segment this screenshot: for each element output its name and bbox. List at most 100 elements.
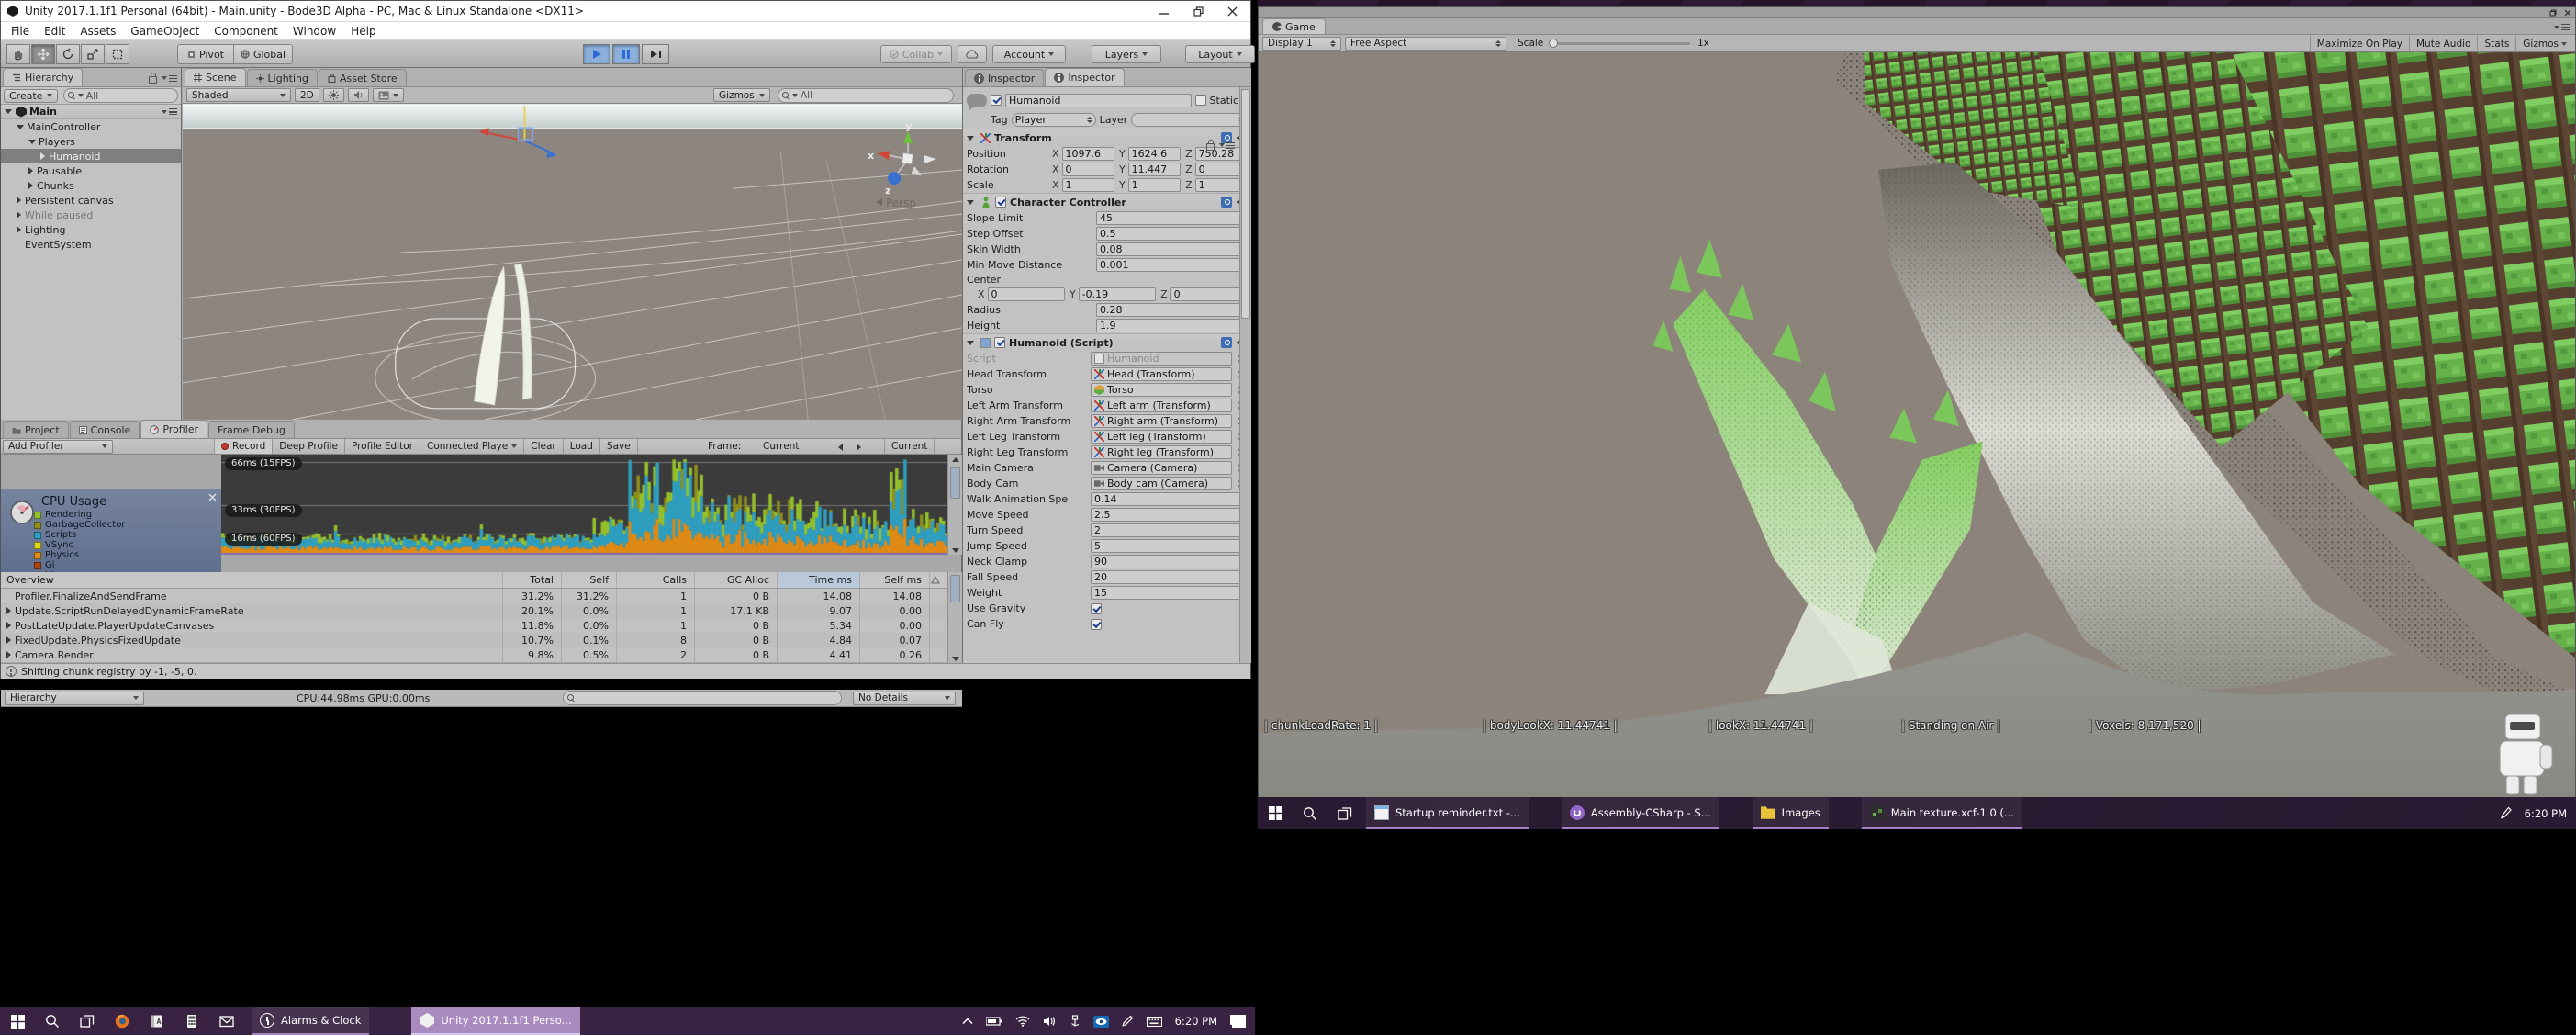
tab-asset-store[interactable]: Asset Store xyxy=(319,69,407,86)
taskbar-app-alarms-clock[interactable]: Alarms & Clock xyxy=(252,1007,369,1035)
view-mode-dropdown[interactable]: Hierarchy xyxy=(5,692,144,705)
panel-menu-icon[interactable] xyxy=(2554,24,2575,34)
status-bar[interactable]: Shifting chunk registry by -1, -5, 0. xyxy=(1,663,1250,679)
taskbar-app-assembly-csharp-s[interactable]: Assembly-CSharp - S... xyxy=(1562,797,1719,829)
checkbox-checked[interactable] xyxy=(1091,603,1102,614)
window-titlebar[interactable]: Unity 2017.1.1f1 Personal (64bit) - Main… xyxy=(1,1,1250,22)
scene-lighting-toggle[interactable] xyxy=(323,88,344,102)
transform-scale-x-field[interactable]: 1 xyxy=(1062,178,1114,192)
tab-frame-debug[interactable]: Frame Debug xyxy=(208,421,295,438)
cc-center-y-field[interactable]: -0.19 xyxy=(1079,287,1156,301)
cc-center-z-field[interactable]: 0 xyxy=(1170,287,1248,301)
game-viewport[interactable]: | chunkLoadRate: 1 || bodyLookX: 11.4474… xyxy=(1259,52,2575,797)
menu-file[interactable]: File xyxy=(5,25,36,38)
expand-arrow-icon[interactable] xyxy=(6,651,11,658)
hierarchy-item-while-paused[interactable]: While paused xyxy=(1,208,181,222)
profiler-row-postlateupdate-playerupdatecanvases[interactable]: PostLateUpdate.PlayerUpdateCanvases11.8%… xyxy=(1,618,947,633)
scrollbar-thumb[interactable] xyxy=(950,575,960,602)
collab-button[interactable]: Collab xyxy=(880,45,952,63)
transform-position-x-field[interactable]: 1097.6 xyxy=(1062,147,1114,161)
move-tool-button[interactable] xyxy=(31,44,55,64)
task-view-button[interactable] xyxy=(1327,797,1362,829)
field-value[interactable]: Camera (Camera) xyxy=(1091,461,1232,475)
field-value[interactable]: 20 xyxy=(1091,570,1248,584)
eye-protect-icon[interactable] xyxy=(1093,1016,1109,1028)
overview-column[interactable]: Overview xyxy=(1,574,502,586)
field-value[interactable]: Humanoid xyxy=(1091,352,1232,366)
scrollbar-thumb[interactable] xyxy=(950,467,960,499)
clear-button[interactable]: Clear xyxy=(524,439,563,454)
field-value[interactable]: 0.001 xyxy=(1096,258,1248,272)
volume-icon[interactable] xyxy=(1043,1016,1057,1027)
profiler-row-fixedupdate-physicsfixedupdate[interactable]: FixedUpdate.PhysicsFixedUpdate10.7%0.1%8… xyxy=(1,633,947,647)
gameobject-name-field[interactable]: Humanoid xyxy=(1005,94,1192,107)
mail-icon[interactable] xyxy=(209,1007,244,1035)
minimize-icon[interactable] xyxy=(1159,6,1170,17)
field-value[interactable]: 0.08 xyxy=(1096,242,1248,256)
static-checkbox[interactable] xyxy=(1195,95,1206,106)
legend-gi[interactable]: Gi xyxy=(1,560,221,570)
start-button[interactable] xyxy=(1258,797,1293,829)
scene-audio-toggle[interactable] xyxy=(348,88,369,102)
prev-frame-button[interactable] xyxy=(838,444,843,451)
dictionary-icon[interactable] xyxy=(140,1007,174,1035)
details-dropdown[interactable]: No Details xyxy=(853,692,956,705)
cpu-usage-chart[interactable] xyxy=(221,455,947,555)
action-center-icon[interactable] xyxy=(1230,1015,1246,1028)
inspector-scrollbar[interactable] xyxy=(1239,87,1251,663)
create-button[interactable]: Create xyxy=(4,89,58,103)
connected-player-dropdown[interactable]: Connected Playe xyxy=(420,439,524,454)
save-button[interactable]: Save xyxy=(600,439,638,454)
field-value[interactable]: 2.5 xyxy=(1091,508,1248,522)
load-button[interactable]: Load xyxy=(564,439,600,454)
clock[interactable]: 6:20 PM xyxy=(2525,807,2567,820)
tab-project[interactable]: Project xyxy=(3,421,69,438)
tab-hierarchy[interactable]: Hierarchy xyxy=(3,68,83,86)
menu-component[interactable]: Component xyxy=(207,25,285,38)
expand-arrow-icon[interactable] xyxy=(6,636,11,644)
transform-rotation-x-field[interactable]: 0 xyxy=(1062,163,1114,176)
start-button[interactable] xyxy=(0,1007,35,1035)
field-value[interactable]: 90 xyxy=(1091,555,1248,568)
search-button[interactable] xyxy=(35,1007,70,1035)
component-enabled-checkbox[interactable] xyxy=(994,337,1005,348)
transform-position-y-field[interactable]: 1624.6 xyxy=(1128,147,1181,161)
task-view-button[interactable] xyxy=(70,1007,105,1035)
active-checkbox[interactable] xyxy=(991,95,1002,106)
scene-search-input[interactable]: All xyxy=(778,88,954,103)
tab-inspector-2[interactable]: Inspector xyxy=(1045,68,1124,86)
chart-scrollbar[interactable] xyxy=(947,455,962,555)
2d-toggle-button[interactable]: 2D xyxy=(295,88,319,102)
scroll-up-icon[interactable] xyxy=(952,457,959,462)
scale-slider-track[interactable] xyxy=(1552,42,1690,45)
taskbar-app-unity-2017-1-1f1-perso[interactable]: Unity 2017.1.1f1 Perso... xyxy=(411,1007,579,1035)
column-self[interactable]: Self xyxy=(561,572,616,588)
hand-tool-button[interactable] xyxy=(6,44,30,64)
component-enabled-checkbox[interactable] xyxy=(995,197,1006,208)
menu-edit[interactable]: Edit xyxy=(38,25,72,38)
hierarchy-item-humanoid[interactable]: Humanoid xyxy=(1,149,181,163)
expand-arrow-icon[interactable] xyxy=(28,167,33,174)
field-value[interactable]: Torso xyxy=(1091,383,1232,397)
column-self-ms[interactable]: Self ms xyxy=(859,572,929,588)
field-value[interactable]: 15 xyxy=(1091,586,1248,600)
expand-arrow-icon[interactable] xyxy=(17,197,21,204)
panel-menu-icon[interactable] xyxy=(162,75,177,82)
taskbar-app-main-texture-xcf-1-0[interactable]: Main texture.xcf-1.0 (... xyxy=(1862,797,2022,829)
hierarchy-item-players[interactable]: Players xyxy=(1,134,181,149)
lock-icon[interactable] xyxy=(1206,143,1215,151)
scene-effects-dropdown[interactable] xyxy=(373,88,404,102)
step-button[interactable] xyxy=(642,44,669,64)
hierarchy-item-chunks[interactable]: Chunks xyxy=(1,178,181,193)
legend-physics[interactable]: Physics xyxy=(1,550,221,560)
column-calls[interactable]: Calls xyxy=(616,572,694,588)
warnings-column[interactable] xyxy=(929,572,947,588)
scale-slider-knob[interactable] xyxy=(1549,39,1558,48)
restore-icon[interactable] xyxy=(1193,6,1204,17)
field-value[interactable]: 0.14 xyxy=(1091,492,1248,506)
transform-scale-y-field[interactable]: 1 xyxy=(1128,178,1181,192)
current-frame-button[interactable]: Current xyxy=(884,439,935,454)
search-button[interactable] xyxy=(1293,797,1327,829)
close-module-icon[interactable] xyxy=(208,493,217,501)
calculator-icon[interactable] xyxy=(174,1007,209,1035)
